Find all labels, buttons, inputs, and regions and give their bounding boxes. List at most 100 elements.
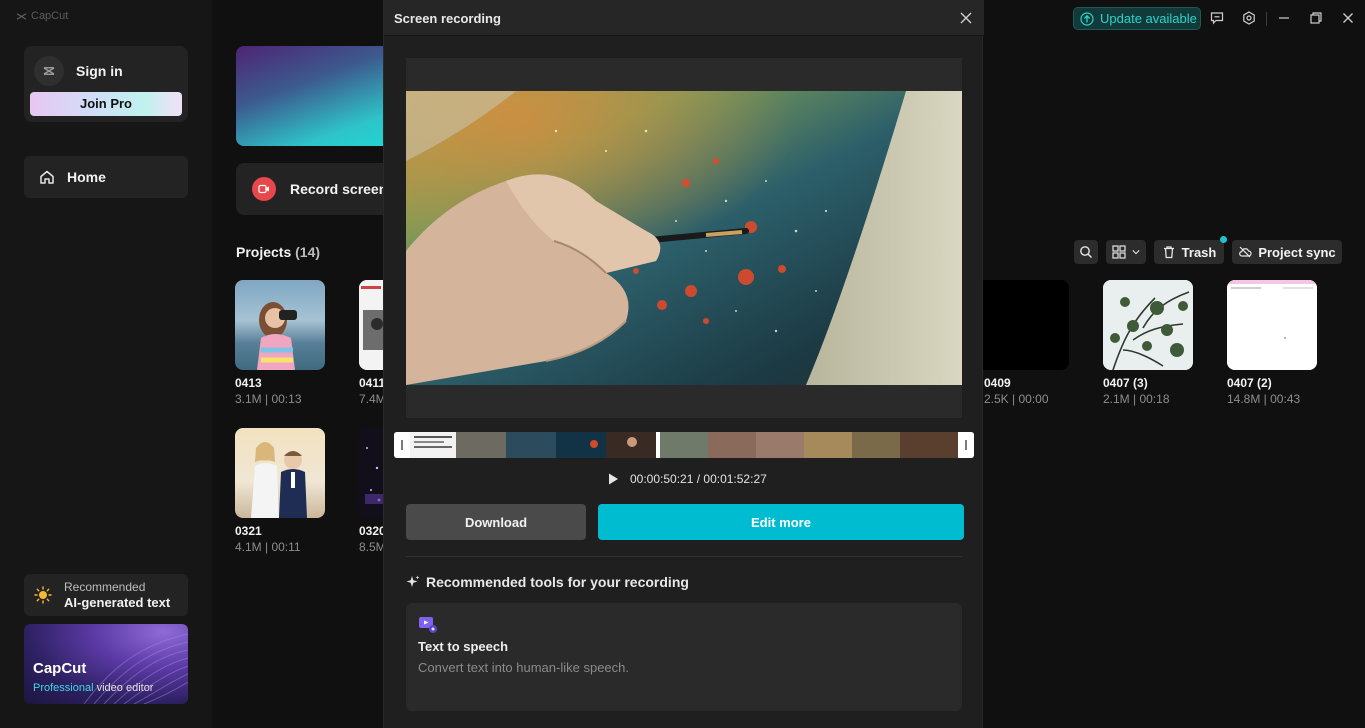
home-icon bbox=[40, 170, 54, 184]
trim-handle-left[interactable] bbox=[394, 432, 410, 458]
feedback-icon bbox=[1210, 12, 1224, 25]
project-meta: 14.8M | 00:43 bbox=[1227, 392, 1301, 406]
capcut-avatar-icon bbox=[34, 56, 64, 86]
project-meta: 4.1M | 00:11 bbox=[235, 540, 301, 554]
project-thumbnail[interactable] bbox=[235, 428, 325, 518]
projects-heading-label: Projects bbox=[236, 244, 292, 260]
painting-hand-image bbox=[406, 91, 962, 385]
create-project-banner[interactable] bbox=[236, 46, 386, 146]
sidebar-item-home[interactable]: Home bbox=[24, 156, 188, 198]
join-pro-button[interactable]: Join Pro bbox=[30, 92, 182, 116]
project-thumbnail-image bbox=[359, 428, 385, 518]
project-name: 0407 (3) bbox=[1103, 376, 1148, 390]
project-name: 0407 (2) bbox=[1227, 376, 1272, 390]
playback-controls: 00:00:50:21 / 00:01:52:27 bbox=[606, 471, 767, 487]
project-name: 0411 bbox=[359, 376, 383, 390]
lightbulb-icon bbox=[34, 586, 52, 604]
section-divider bbox=[406, 556, 962, 557]
projects-heading: Projects (14) bbox=[236, 244, 320, 260]
download-button[interactable]: Download bbox=[406, 504, 586, 540]
sparkle-icon bbox=[406, 575, 420, 587]
chevron-down-icon bbox=[1132, 250, 1140, 255]
project-thumbnail[interactable] bbox=[1103, 280, 1193, 370]
project-thumbnail-image bbox=[251, 442, 307, 518]
project-meta: 3.1M | 00:13 bbox=[235, 392, 302, 406]
window-close-button[interactable] bbox=[1340, 10, 1356, 26]
project-name: 0320 bbox=[359, 524, 383, 538]
screen-recording-dialog: Screen recording 00:00:50:21 / 00:01:52:… bbox=[383, 0, 984, 728]
sign-in-button[interactable]: Sign in bbox=[34, 56, 123, 86]
record-screen-icon bbox=[252, 177, 276, 201]
edit-more-button[interactable]: Edit more bbox=[598, 504, 964, 540]
ai-generated-text-label: AI-generated text bbox=[64, 595, 171, 610]
trash-icon bbox=[1163, 246, 1174, 259]
search-icon bbox=[1080, 246, 1092, 258]
projects-count: (14) bbox=[295, 244, 321, 260]
promo-subtitle-rest: video editor bbox=[93, 682, 154, 694]
record-screen-tile[interactable]: Record screen bbox=[236, 163, 386, 215]
project-thumbnail-image bbox=[1103, 280, 1193, 370]
trim-handle-right[interactable] bbox=[958, 432, 974, 458]
promo-subtitle: Professional video editor bbox=[33, 682, 153, 694]
minimize-button[interactable] bbox=[1276, 10, 1292, 26]
text-to-speech-icon bbox=[419, 617, 437, 633]
minimize-icon bbox=[1279, 17, 1289, 19]
project-thumbnail[interactable] bbox=[1227, 280, 1317, 370]
projects-toolbar: Trash Project sync bbox=[1074, 236, 1342, 264]
sidebar-item-home-label: Home bbox=[67, 169, 106, 185]
promo-title: CapCut bbox=[33, 660, 87, 677]
text-to-speech-card[interactable]: Text to speech Convert text into human-l… bbox=[406, 603, 962, 711]
video-preview[interactable] bbox=[406, 58, 962, 418]
trash-button[interactable]: Trash bbox=[1154, 236, 1227, 264]
project-name: 0409 bbox=[984, 376, 1011, 390]
project-thumbnail-image bbox=[1227, 280, 1317, 370]
project-thumbnail-image bbox=[257, 302, 297, 370]
sign-in-label: Sign in bbox=[76, 63, 123, 79]
restore-icon bbox=[1310, 12, 1322, 24]
project-thumbnail[interactable] bbox=[359, 428, 385, 518]
view-mode-dropdown[interactable] bbox=[1106, 240, 1146, 264]
cloud-sync-icon bbox=[1239, 246, 1252, 258]
search-button[interactable] bbox=[1074, 240, 1098, 264]
project-sync-label: Project sync bbox=[1258, 244, 1336, 260]
recommended-tools-heading: Recommended tools for your recording bbox=[406, 574, 689, 590]
record-screen-label: Record screen bbox=[290, 181, 386, 197]
play-icon[interactable] bbox=[606, 472, 620, 486]
project-meta: 7.4M bbox=[359, 392, 383, 406]
recommended-ai-text-card[interactable]: Recommended AI-generated text bbox=[24, 574, 188, 616]
timeline-filmstrip[interactable] bbox=[394, 432, 974, 458]
project-thumbnail[interactable] bbox=[359, 280, 385, 370]
app-brand-label: CapCut bbox=[31, 10, 69, 22]
trash-notification-dot bbox=[1220, 236, 1227, 243]
tool-description: Convert text into human-like speech. bbox=[418, 660, 629, 675]
close-icon[interactable] bbox=[958, 10, 974, 26]
trash-label: Trash bbox=[1181, 244, 1217, 260]
project-thumbnail[interactable] bbox=[979, 280, 1069, 370]
project-sync-button[interactable]: Project sync bbox=[1232, 240, 1342, 264]
capcut-logo-icon bbox=[16, 12, 27, 20]
project-meta: 2.1M | 00:18 bbox=[1103, 392, 1170, 406]
update-available-label: Update available bbox=[1100, 11, 1197, 26]
recommended-tools-label: Recommended tools for your recording bbox=[426, 574, 689, 590]
tool-name: Text to speech bbox=[418, 639, 509, 654]
titlebar-separator bbox=[1266, 12, 1267, 26]
upload-arrow-icon bbox=[1080, 11, 1094, 26]
settings-button[interactable] bbox=[1241, 10, 1257, 26]
feedback-button[interactable] bbox=[1209, 10, 1225, 26]
dialog-title: Screen recording bbox=[394, 11, 501, 26]
project-thumbnail[interactable] bbox=[235, 280, 325, 370]
account-card: Sign in Join Pro bbox=[24, 46, 188, 122]
promo-subtitle-accent: Professional bbox=[33, 682, 94, 694]
capcut-promo-banner[interactable]: CapCut Professional video editor bbox=[24, 624, 188, 704]
project-meta: 2.5K | 00:00 bbox=[984, 392, 1049, 406]
project-name: 0321 bbox=[235, 524, 262, 538]
restore-button[interactable] bbox=[1308, 10, 1324, 26]
dialog-header: Screen recording bbox=[384, 0, 984, 36]
project-thumbnail-image bbox=[359, 280, 385, 370]
gear-icon bbox=[1243, 11, 1255, 25]
app-brand: CapCut bbox=[16, 10, 68, 22]
close-icon bbox=[1343, 13, 1353, 23]
sidebar: CapCut Sign in Join Pro Home Recommended… bbox=[0, 0, 212, 728]
timecode: 00:00:50:21 / 00:01:52:27 bbox=[630, 472, 767, 486]
update-available-button[interactable]: Update available bbox=[1073, 7, 1201, 30]
